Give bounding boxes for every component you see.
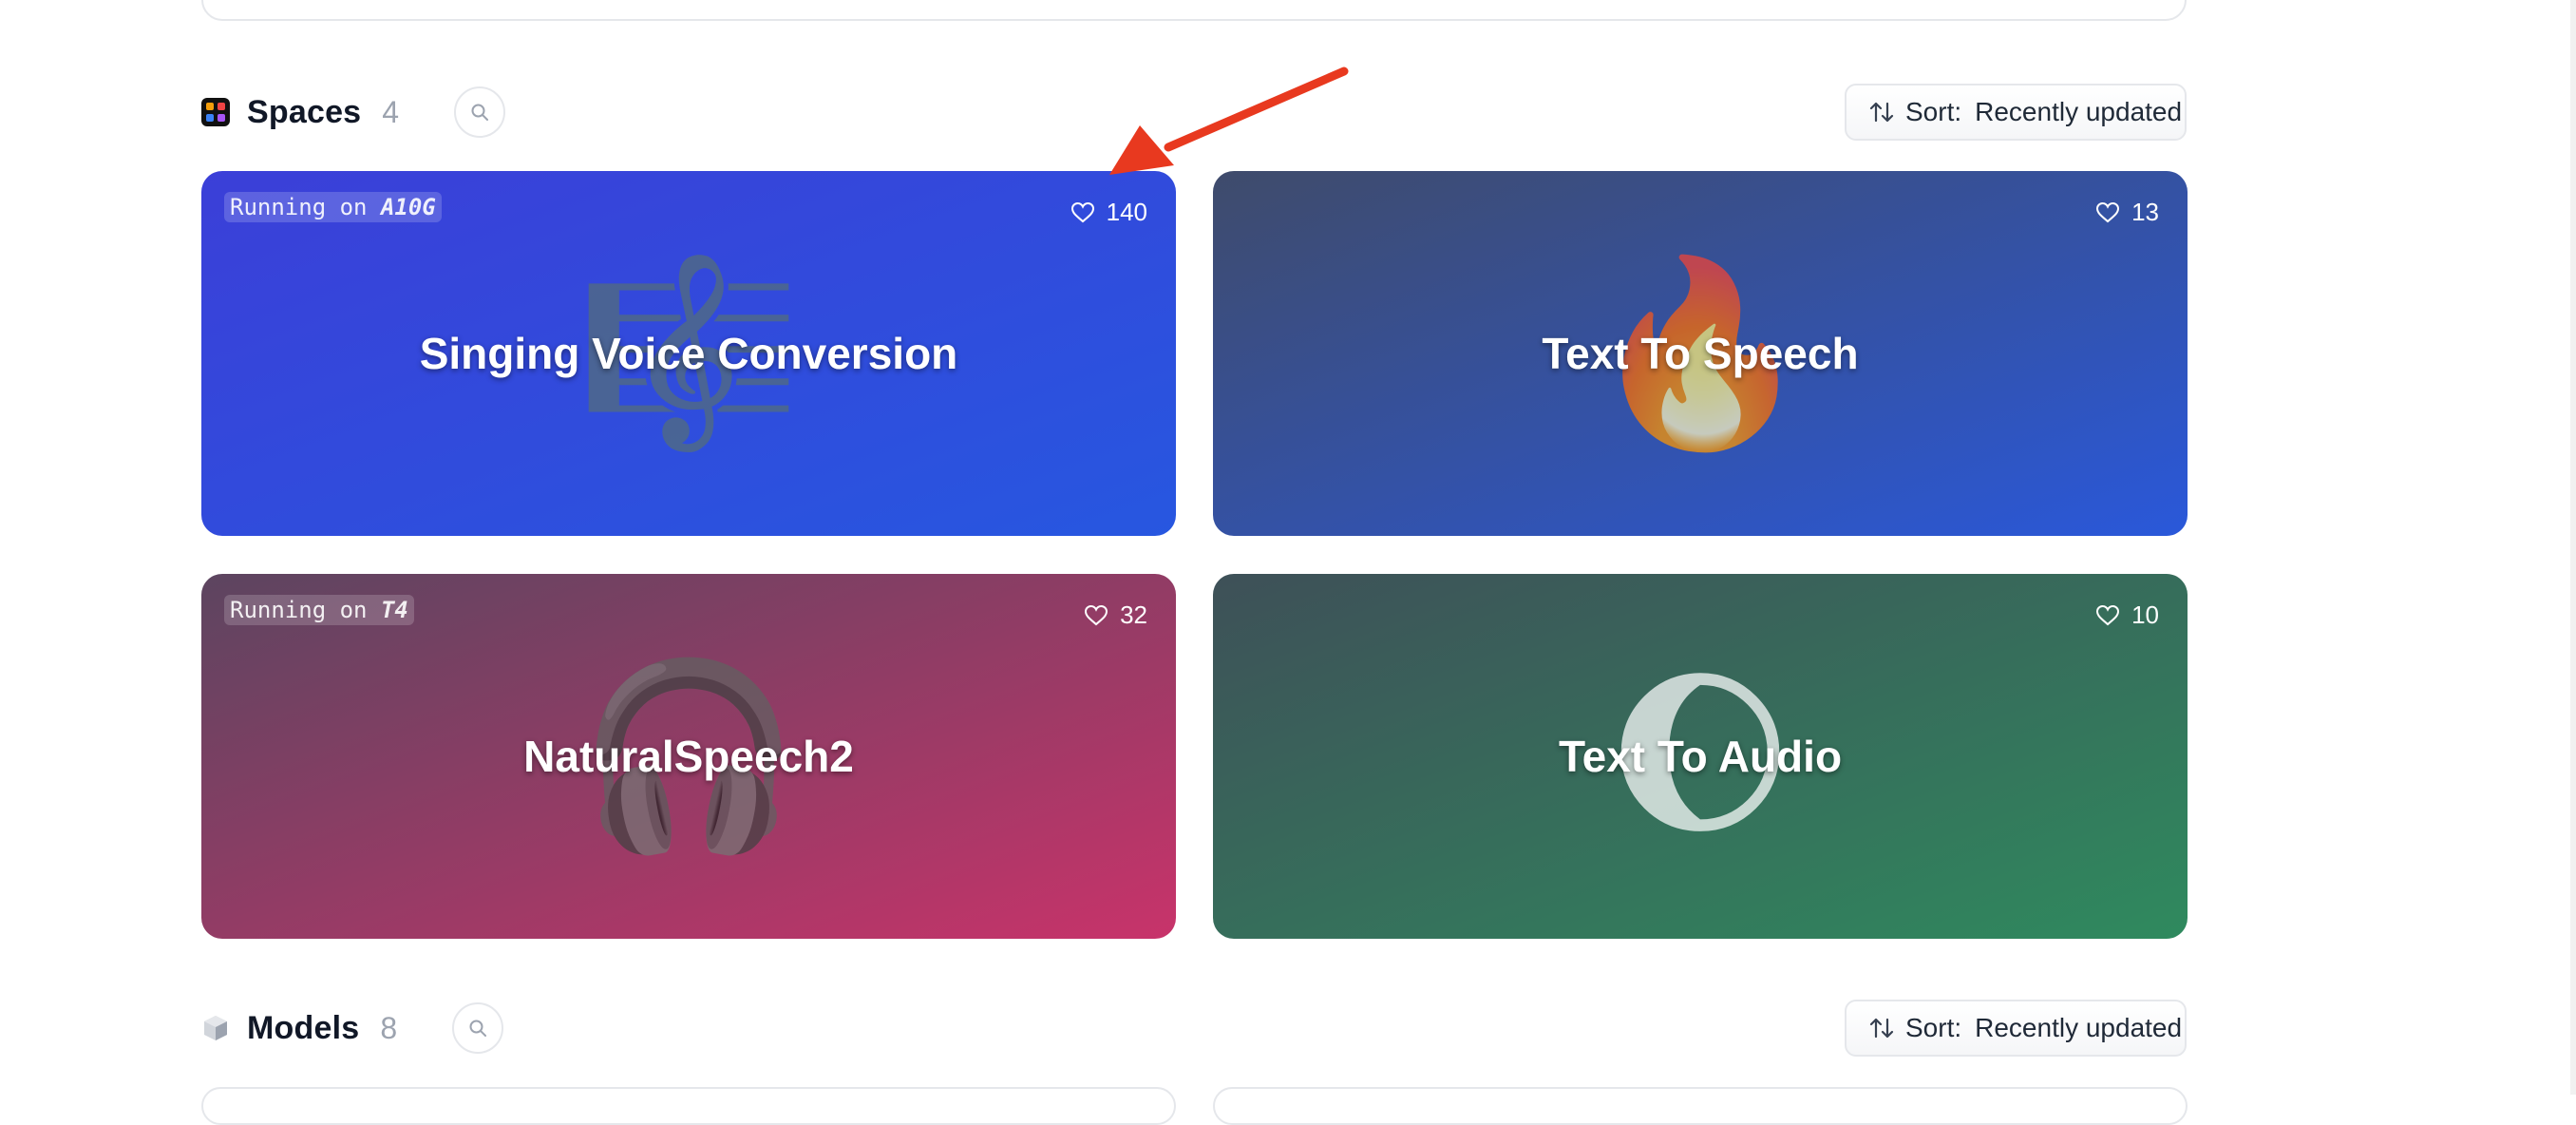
running-prefix: Running on	[230, 194, 368, 220]
sort-icon	[1869, 1018, 1894, 1039]
running-on-badge: Running on A10G	[224, 192, 442, 222]
space-card[interactable]: Running on T4 32 🎧 NaturalSpeech2	[201, 574, 1176, 939]
sort-value: Recently updated	[1975, 1013, 2183, 1042]
heart-icon	[2096, 201, 2120, 222]
like-counter[interactable]: 32	[1084, 601, 1147, 630]
model-card[interactable]	[201, 1087, 1176, 1125]
space-card[interactable]: Running on A10G 140 🎼 Singing Voice Conv…	[201, 171, 1176, 536]
spaces-search-button[interactable]	[454, 86, 506, 138]
sort-label: Sort:	[1905, 97, 1962, 126]
like-count: 140	[1106, 198, 1147, 226]
hardware-label: A10G	[380, 194, 436, 220]
heart-icon	[1085, 604, 1108, 625]
space-title: NaturalSpeech2	[523, 732, 854, 781]
spaces-header: Spaces 4	[201, 84, 506, 141]
space-title: Singing Voice Conversion	[419, 329, 958, 378]
search-icon	[471, 104, 489, 121]
models-cube-icon	[201, 1014, 230, 1042]
spaces-sort-button[interactable]: Sort: Recently updated	[1845, 84, 2187, 141]
space-card[interactable]: 13 🔥 Text To Speech	[1213, 171, 2188, 536]
like-count: 13	[2131, 198, 2159, 226]
model-card[interactable]	[1213, 1087, 2188, 1125]
like-counter[interactable]: 10	[2095, 601, 2159, 630]
sort-value: Recently updated	[1975, 97, 2183, 126]
sort-icon	[1869, 102, 1894, 123]
like-count: 10	[2131, 601, 2159, 629]
models-title: Models	[247, 1009, 360, 1046]
previous-section-card	[201, 0, 2187, 21]
spaces-count: 4	[382, 94, 400, 129]
models-search-button[interactable]	[452, 1002, 504, 1054]
scrollbar[interactable]	[2570, 0, 2576, 1095]
sort-label: Sort:	[1905, 1013, 1962, 1042]
models-count: 8	[380, 1010, 398, 1045]
spaces-icon	[201, 98, 230, 126]
heart-icon	[2096, 604, 2120, 625]
like-counter[interactable]: 140	[1070, 198, 1147, 227]
models-sort-button[interactable]: Sort: Recently updated	[1845, 1000, 2187, 1057]
hardware-label: T4	[380, 597, 408, 623]
space-card[interactable]: 10 🌔 Text To Audio	[1213, 574, 2188, 939]
heart-icon	[1070, 201, 1094, 222]
space-title: Text To Audio	[1558, 732, 1843, 781]
running-prefix: Running on	[230, 597, 368, 623]
space-title: Text To Speech	[1542, 329, 1859, 378]
running-on-badge: Running on T4	[224, 595, 414, 625]
search-icon	[469, 1020, 487, 1037]
models-header: Models 8	[201, 1000, 504, 1057]
like-count: 32	[1120, 601, 1147, 629]
spaces-title: Spaces	[247, 93, 362, 130]
like-counter[interactable]: 13	[2095, 198, 2159, 227]
